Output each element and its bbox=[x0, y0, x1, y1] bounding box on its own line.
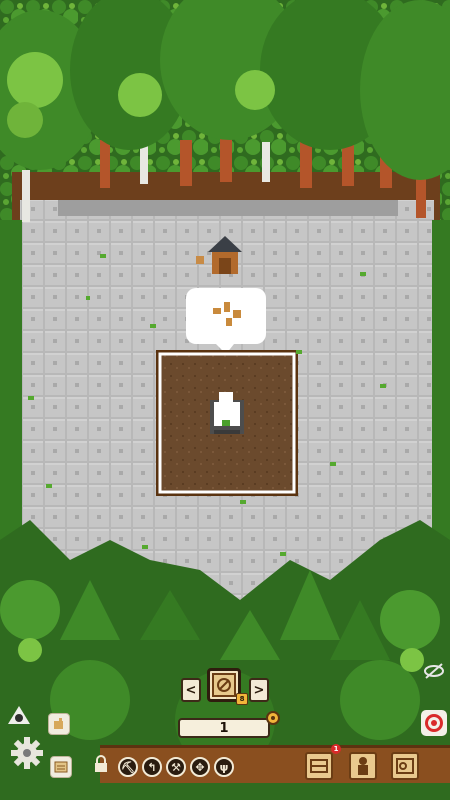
map-card-button[interactable] bbox=[391, 752, 419, 780]
next-arrow-label: > bbox=[253, 682, 265, 698]
gear-icon[interactable] bbox=[10, 736, 44, 770]
hook-icon: ↰ bbox=[147, 760, 157, 774]
prev-arrow-label: < bbox=[185, 682, 197, 698]
item-count-value: 8 bbox=[239, 695, 245, 703]
notification-badge: 1 bbox=[331, 744, 341, 754]
sprout-icon: ψ bbox=[219, 760, 229, 774]
notification-count: 1 bbox=[333, 745, 339, 753]
leaf-icon[interactable] bbox=[6, 704, 32, 728]
move-icon: ✥ bbox=[195, 760, 205, 774]
coin-icon bbox=[266, 711, 280, 725]
next-item-button[interactable]: > bbox=[249, 678, 269, 702]
hand-button[interactable] bbox=[48, 713, 70, 735]
compass-tile-icon bbox=[212, 673, 236, 697]
left-tree-border bbox=[0, 220, 22, 550]
person-icon bbox=[358, 757, 368, 775]
crate-icon bbox=[310, 759, 328, 773]
sprout-tool-button[interactable]: ψ bbox=[214, 757, 234, 777]
character-card-button[interactable] bbox=[349, 752, 377, 780]
hand-icon bbox=[54, 718, 63, 729]
scroll-icon bbox=[54, 761, 68, 773]
item-count-badge: 8 bbox=[236, 693, 248, 705]
hook-tool-button[interactable]: ↰ bbox=[142, 757, 162, 777]
hammer-icon: ⚒ bbox=[171, 760, 181, 774]
map-icon bbox=[396, 758, 414, 774]
scroll-button[interactable] bbox=[50, 756, 72, 778]
move-tool-button[interactable]: ✥ bbox=[190, 757, 210, 777]
quantity-display[interactable]: 1 bbox=[178, 718, 270, 738]
quantity-value: 1 bbox=[219, 720, 229, 736]
eye-slash-icon[interactable] bbox=[423, 662, 445, 680]
plaza-top-strip bbox=[58, 200, 398, 216]
hammer-tool-button[interactable]: ⚒ bbox=[166, 757, 186, 777]
padlock-icon[interactable] bbox=[93, 755, 109, 773]
pickaxe-tool-button[interactable]: ⛏ bbox=[118, 757, 138, 777]
pickaxe-icon: ⛏ bbox=[121, 760, 135, 774]
previous-item-button[interactable]: < bbox=[181, 678, 201, 702]
build-card-button[interactable] bbox=[305, 752, 333, 780]
target-icon[interactable] bbox=[421, 710, 447, 736]
